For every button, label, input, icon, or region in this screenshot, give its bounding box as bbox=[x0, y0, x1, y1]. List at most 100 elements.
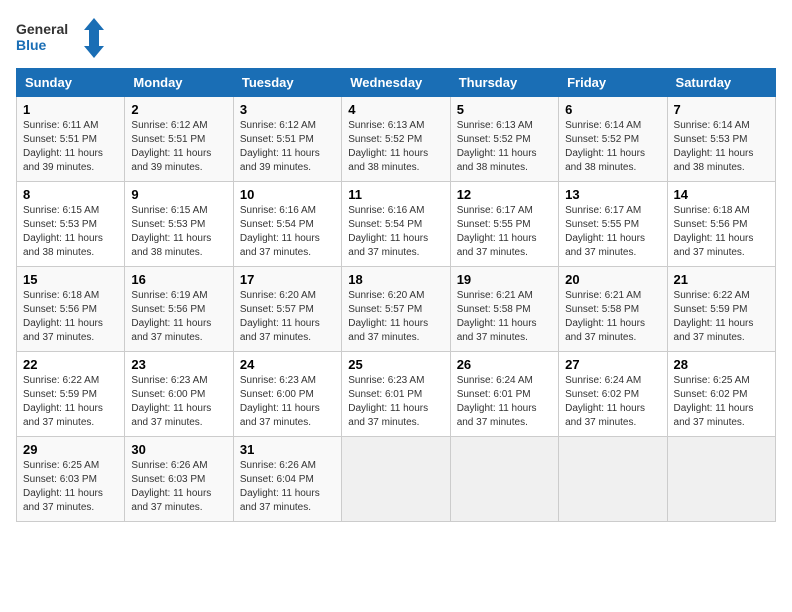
day-number: 10 bbox=[240, 187, 335, 202]
calendar-cell: 5 Sunrise: 6:13 AM Sunset: 5:52 PM Daylig… bbox=[450, 97, 558, 182]
day-number: 12 bbox=[457, 187, 552, 202]
calendar-cell bbox=[667, 437, 775, 522]
day-number: 11 bbox=[348, 187, 443, 202]
day-number: 5 bbox=[457, 102, 552, 117]
day-info: Sunrise: 6:18 AM Sunset: 5:56 PM Dayligh… bbox=[674, 204, 769, 260]
calendar-cell: 4 Sunrise: 6:13 AM Sunset: 5:52 PM Daylig… bbox=[342, 97, 450, 182]
day-number: 23 bbox=[131, 357, 226, 372]
calendar-cell: 6 Sunrise: 6:14 AM Sunset: 5:52 PM Daylig… bbox=[559, 97, 667, 182]
calendar-cell: 21Sunrise: 6:22 AM Sunset: 5:59 PM Dayli… bbox=[667, 267, 775, 352]
day-info: Sunrise: 6:18 AM Sunset: 5:56 PM Dayligh… bbox=[23, 289, 118, 345]
calendar-cell: 28 Sunrise: 6:25 AM Sunset: 6:02 PM Dayli… bbox=[667, 352, 775, 437]
calendar-cell: 13 Sunrise: 6:17 AM Sunset: 5:55 PM Dayli… bbox=[559, 182, 667, 267]
column-header-sunday: Sunday bbox=[17, 69, 125, 97]
day-info: Sunrise: 6:14 AM Sunset: 5:52 PM Dayligh… bbox=[565, 119, 660, 175]
day-number: 25 bbox=[348, 357, 443, 372]
day-number: 24 bbox=[240, 357, 335, 372]
day-info: Sunrise: 6:13 AM Sunset: 5:52 PM Dayligh… bbox=[348, 119, 443, 175]
day-info: Sunrise: 6:16 AM Sunset: 5:54 PM Dayligh… bbox=[348, 204, 443, 260]
day-info: Sunrise: 6:17 AM Sunset: 5:55 PM Dayligh… bbox=[565, 204, 660, 260]
calendar-header-row: SundayMondayTuesdayWednesdayThursdayFrid… bbox=[17, 69, 776, 97]
svg-text:General: General bbox=[16, 21, 68, 37]
calendar-cell: 14 Sunrise: 6:18 AM Sunset: 5:56 PM Dayli… bbox=[667, 182, 775, 267]
day-info: Sunrise: 6:20 AM Sunset: 5:57 PM Dayligh… bbox=[348, 289, 443, 345]
day-info: Sunrise: 6:12 AM Sunset: 5:51 PM Dayligh… bbox=[240, 119, 335, 175]
day-info: Sunrise: 6:19 AM Sunset: 5:56 PM Dayligh… bbox=[131, 289, 226, 345]
general-blue-logo: General Blue bbox=[16, 16, 106, 60]
day-info: Sunrise: 6:12 AM Sunset: 5:51 PM Dayligh… bbox=[131, 119, 226, 175]
day-number: 3 bbox=[240, 102, 335, 117]
calendar-cell: 30 Sunrise: 6:26 AM Sunset: 6:03 PM Dayli… bbox=[125, 437, 233, 522]
column-header-wednesday: Wednesday bbox=[342, 69, 450, 97]
svg-text:Blue: Blue bbox=[16, 37, 47, 53]
calendar-cell: 22 Sunrise: 6:22 AM Sunset: 5:59 PM Dayli… bbox=[17, 352, 125, 437]
column-header-tuesday: Tuesday bbox=[233, 69, 341, 97]
page-header: General Blue bbox=[16, 16, 776, 60]
calendar-cell: 3 Sunrise: 6:12 AM Sunset: 5:51 PM Daylig… bbox=[233, 97, 341, 182]
calendar-cell: 18Sunrise: 6:20 AM Sunset: 5:57 PM Dayli… bbox=[342, 267, 450, 352]
calendar-cell: 12 Sunrise: 6:17 AM Sunset: 5:55 PM Dayli… bbox=[450, 182, 558, 267]
calendar-week-4: 22 Sunrise: 6:22 AM Sunset: 5:59 PM Dayli… bbox=[17, 352, 776, 437]
day-info: Sunrise: 6:26 AM Sunset: 6:03 PM Dayligh… bbox=[131, 459, 226, 515]
day-number: 22 bbox=[23, 357, 118, 372]
day-info: Sunrise: 6:24 AM Sunset: 6:02 PM Dayligh… bbox=[565, 374, 660, 430]
calendar-cell: 23 Sunrise: 6:23 AM Sunset: 6:00 PM Dayli… bbox=[125, 352, 233, 437]
day-number: 8 bbox=[23, 187, 118, 202]
day-number: 6 bbox=[565, 102, 660, 117]
day-number: 13 bbox=[565, 187, 660, 202]
calendar-week-2: 8 Sunrise: 6:15 AM Sunset: 5:53 PM Daylig… bbox=[17, 182, 776, 267]
day-info: Sunrise: 6:20 AM Sunset: 5:57 PM Dayligh… bbox=[240, 289, 335, 345]
column-header-monday: Monday bbox=[125, 69, 233, 97]
calendar-cell: 10 Sunrise: 6:16 AM Sunset: 5:54 PM Dayli… bbox=[233, 182, 341, 267]
calendar-cell: 27 Sunrise: 6:24 AM Sunset: 6:02 PM Dayli… bbox=[559, 352, 667, 437]
calendar-week-3: 15Sunrise: 6:18 AM Sunset: 5:56 PM Dayli… bbox=[17, 267, 776, 352]
calendar-cell: 20 Sunrise: 6:21 AM Sunset: 5:58 PM Dayli… bbox=[559, 267, 667, 352]
day-number: 19 bbox=[457, 272, 552, 287]
day-number: 4 bbox=[348, 102, 443, 117]
calendar-cell: 24Sunrise: 6:23 AM Sunset: 6:00 PM Dayli… bbox=[233, 352, 341, 437]
calendar-week-1: 1 Sunrise: 6:11 AM Sunset: 5:51 PM Daylig… bbox=[17, 97, 776, 182]
calendar-week-5: 29 Sunrise: 6:25 AM Sunset: 6:03 PM Dayli… bbox=[17, 437, 776, 522]
column-header-thursday: Thursday bbox=[450, 69, 558, 97]
day-number: 14 bbox=[674, 187, 769, 202]
day-number: 29 bbox=[23, 442, 118, 457]
day-info: Sunrise: 6:21 AM Sunset: 5:58 PM Dayligh… bbox=[565, 289, 660, 345]
day-info: Sunrise: 6:21 AM Sunset: 5:58 PM Dayligh… bbox=[457, 289, 552, 345]
calendar-cell: 25Sunrise: 6:23 AM Sunset: 6:01 PM Dayli… bbox=[342, 352, 450, 437]
calendar-cell: 16 Sunrise: 6:19 AM Sunset: 5:56 PM Dayli… bbox=[125, 267, 233, 352]
logo: General Blue bbox=[16, 16, 106, 60]
day-number: 26 bbox=[457, 357, 552, 372]
calendar: SundayMondayTuesdayWednesdayThursdayFrid… bbox=[16, 68, 776, 522]
calendar-cell: 8 Sunrise: 6:15 AM Sunset: 5:53 PM Daylig… bbox=[17, 182, 125, 267]
calendar-cell bbox=[450, 437, 558, 522]
day-info: Sunrise: 6:23 AM Sunset: 6:00 PM Dayligh… bbox=[131, 374, 226, 430]
day-info: Sunrise: 6:26 AM Sunset: 6:04 PM Dayligh… bbox=[240, 459, 335, 515]
day-number: 1 bbox=[23, 102, 118, 117]
day-number: 31 bbox=[240, 442, 335, 457]
calendar-cell: 1 Sunrise: 6:11 AM Sunset: 5:51 PM Daylig… bbox=[17, 97, 125, 182]
day-info: Sunrise: 6:22 AM Sunset: 5:59 PM Dayligh… bbox=[23, 374, 118, 430]
day-number: 28 bbox=[674, 357, 769, 372]
day-number: 7 bbox=[674, 102, 769, 117]
day-info: Sunrise: 6:15 AM Sunset: 5:53 PM Dayligh… bbox=[131, 204, 226, 260]
day-info: Sunrise: 6:14 AM Sunset: 5:53 PM Dayligh… bbox=[674, 119, 769, 175]
column-header-saturday: Saturday bbox=[667, 69, 775, 97]
day-info: Sunrise: 6:24 AM Sunset: 6:01 PM Dayligh… bbox=[457, 374, 552, 430]
day-info: Sunrise: 6:16 AM Sunset: 5:54 PM Dayligh… bbox=[240, 204, 335, 260]
calendar-cell bbox=[342, 437, 450, 522]
day-info: Sunrise: 6:13 AM Sunset: 5:52 PM Dayligh… bbox=[457, 119, 552, 175]
day-number: 21 bbox=[674, 272, 769, 287]
day-number: 20 bbox=[565, 272, 660, 287]
day-info: Sunrise: 6:11 AM Sunset: 5:51 PM Dayligh… bbox=[23, 119, 118, 175]
day-info: Sunrise: 6:15 AM Sunset: 5:53 PM Dayligh… bbox=[23, 204, 118, 260]
day-info: Sunrise: 6:25 AM Sunset: 6:02 PM Dayligh… bbox=[674, 374, 769, 430]
day-number: 16 bbox=[131, 272, 226, 287]
day-info: Sunrise: 6:25 AM Sunset: 6:03 PM Dayligh… bbox=[23, 459, 118, 515]
day-number: 2 bbox=[131, 102, 226, 117]
day-number: 30 bbox=[131, 442, 226, 457]
calendar-cell: 31 Sunrise: 6:26 AM Sunset: 6:04 PM Dayli… bbox=[233, 437, 341, 522]
calendar-cell: 7 Sunrise: 6:14 AM Sunset: 5:53 PM Daylig… bbox=[667, 97, 775, 182]
calendar-cell: 9Sunrise: 6:15 AM Sunset: 5:53 PM Daylig… bbox=[125, 182, 233, 267]
day-number: 27 bbox=[565, 357, 660, 372]
day-info: Sunrise: 6:17 AM Sunset: 5:55 PM Dayligh… bbox=[457, 204, 552, 260]
